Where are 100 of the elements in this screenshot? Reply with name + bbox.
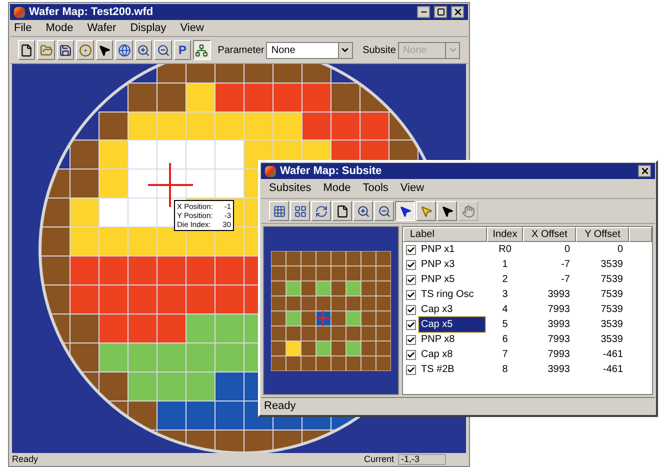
zoom-in-icon [137,44,150,56]
menu-item[interactable]: Wafer [87,20,116,36]
table-cell-text: TS #2B [420,363,456,377]
table-cell-text: -461 [602,348,624,362]
table-cell-text: 4 [501,303,509,317]
table-cell-text: 3993 [546,363,571,377]
table-row[interactable]: Cap x5 5 3993 3539 [403,317,652,332]
table-cell-text: 7993 [546,333,571,347]
table-row[interactable]: TS ring Osc 3 3993 7539 [403,287,652,302]
current-label: Current [364,454,394,464]
table-cell-text: 3539 [600,258,624,272]
zoom-out-icon [378,204,390,218]
table-row[interactable]: PNP x8 6 7993 3539 [403,332,652,347]
network-icon [195,44,208,56]
table-cell-text: PNP x3 [420,258,456,272]
subsite-label: Subsite [362,44,396,58]
table-cell-text: 3993 [546,318,571,332]
table-cell-text: 7 [501,348,509,362]
toolbar-button[interactable]: P [174,40,192,60]
menu-item[interactable]: Mode [323,180,351,197]
parameter-dropdown[interactable]: None [266,42,353,58]
window-title: Wafer Map: Subsite [280,166,383,176]
table-cell-text: PNP x8 [420,333,456,347]
table-cell-text: 8 [501,363,509,377]
zoom-out-icon [156,44,170,56]
minimize-button[interactable] [417,6,430,18]
toolbar-button[interactable] [395,201,415,221]
table-cell-text: 3539 [600,333,624,347]
folder-icon [40,44,53,56]
column-header[interactable]: Index [487,227,523,242]
table-row[interactable]: PNP x3 1 -7 3539 [403,257,652,272]
close-button[interactable] [638,165,651,177]
pointer-icon [440,204,454,218]
pointer-icon [98,44,112,56]
table-cell-text: 6 [501,333,509,347]
table-cell-text: -7 [560,258,571,272]
table-cell-text: 0 [563,243,571,257]
table-cell-text: 5 [501,318,509,332]
table-row[interactable]: PNP x5 2 -7 7539 [403,272,652,287]
status-text: Ready [264,398,296,414]
column-header[interactable]: X Offset [523,227,576,242]
parameter-label: Parameter [218,44,264,58]
column-header[interactable]: Label [403,227,487,242]
table-cell-text: -7 [560,273,571,287]
app-icon [14,6,25,18]
current-value: -1,-3 [398,454,446,464]
close-button[interactable] [451,6,464,18]
checkbox[interactable] [406,364,416,374]
close-icon [640,166,650,176]
table-cell-text: -461 [602,363,624,377]
globe-icon [118,44,131,56]
table-cell-text: 7539 [600,273,624,287]
table-cell-text: PNP x1 [420,243,456,257]
pointer-icon [420,204,432,218]
document-icon [336,204,348,218]
document-icon [20,44,34,56]
grid-icon [294,204,306,218]
hand-icon [462,204,474,218]
table-cell-text: 7539 [600,288,624,302]
table-row[interactable]: Cap x3 4 7993 7539 [403,302,652,317]
checkbox[interactable] [406,320,416,330]
table-cell-text: 7993 [546,303,571,317]
menu-item[interactable]: View [400,180,424,197]
refresh-icon [314,204,328,218]
table-cell-text: 3993 [546,288,571,302]
menu-item[interactable]: Mode [46,20,74,36]
table-cell-text: PNP x5 [420,273,456,287]
checkbox[interactable] [406,334,416,344]
menu-item[interactable]: Display [130,20,166,36]
table-cell-text: 0 [616,243,624,257]
table-cell-text: 1 [501,258,509,272]
checkbox[interactable] [406,290,416,300]
app-icon [265,166,276,176]
menu-item[interactable]: View [180,20,204,36]
checkbox[interactable] [406,304,416,314]
zoom-in-icon [356,204,370,218]
table-cell-text: Cap x8 [420,348,454,362]
table-row[interactable]: Cap x8 7 7993 -461 [403,347,652,362]
table-cell-text: 2 [501,273,509,287]
status-text: Ready [12,454,40,464]
table-cell-text: 3 [501,288,509,302]
checkbox[interactable] [406,350,416,360]
menu-item[interactable]: File [14,20,32,36]
checkbox[interactable] [406,244,416,254]
toolbar-button[interactable] [193,40,211,60]
maximize-button[interactable] [434,6,447,18]
table-cell-text: 7993 [546,348,571,362]
menu-item[interactable]: Tools [362,180,388,197]
checkbox[interactable] [406,260,416,270]
menu-item[interactable]: Subsites [269,180,312,197]
close-icon [452,7,462,17]
table-cell-text: Cap x3 [420,303,454,317]
table-cell-text: TS ring Osc [420,288,475,302]
circle-icon [78,44,92,56]
checkbox[interactable] [406,274,416,284]
table-row[interactable]: PNP x1 R0 0 0 [403,242,652,257]
column-header[interactable]: Y Offset [576,227,629,242]
pointer-icon [398,204,412,218]
table-row[interactable]: TS #2B 8 3993 -461 [403,362,652,377]
table-cell-text: R0 [498,243,512,257]
